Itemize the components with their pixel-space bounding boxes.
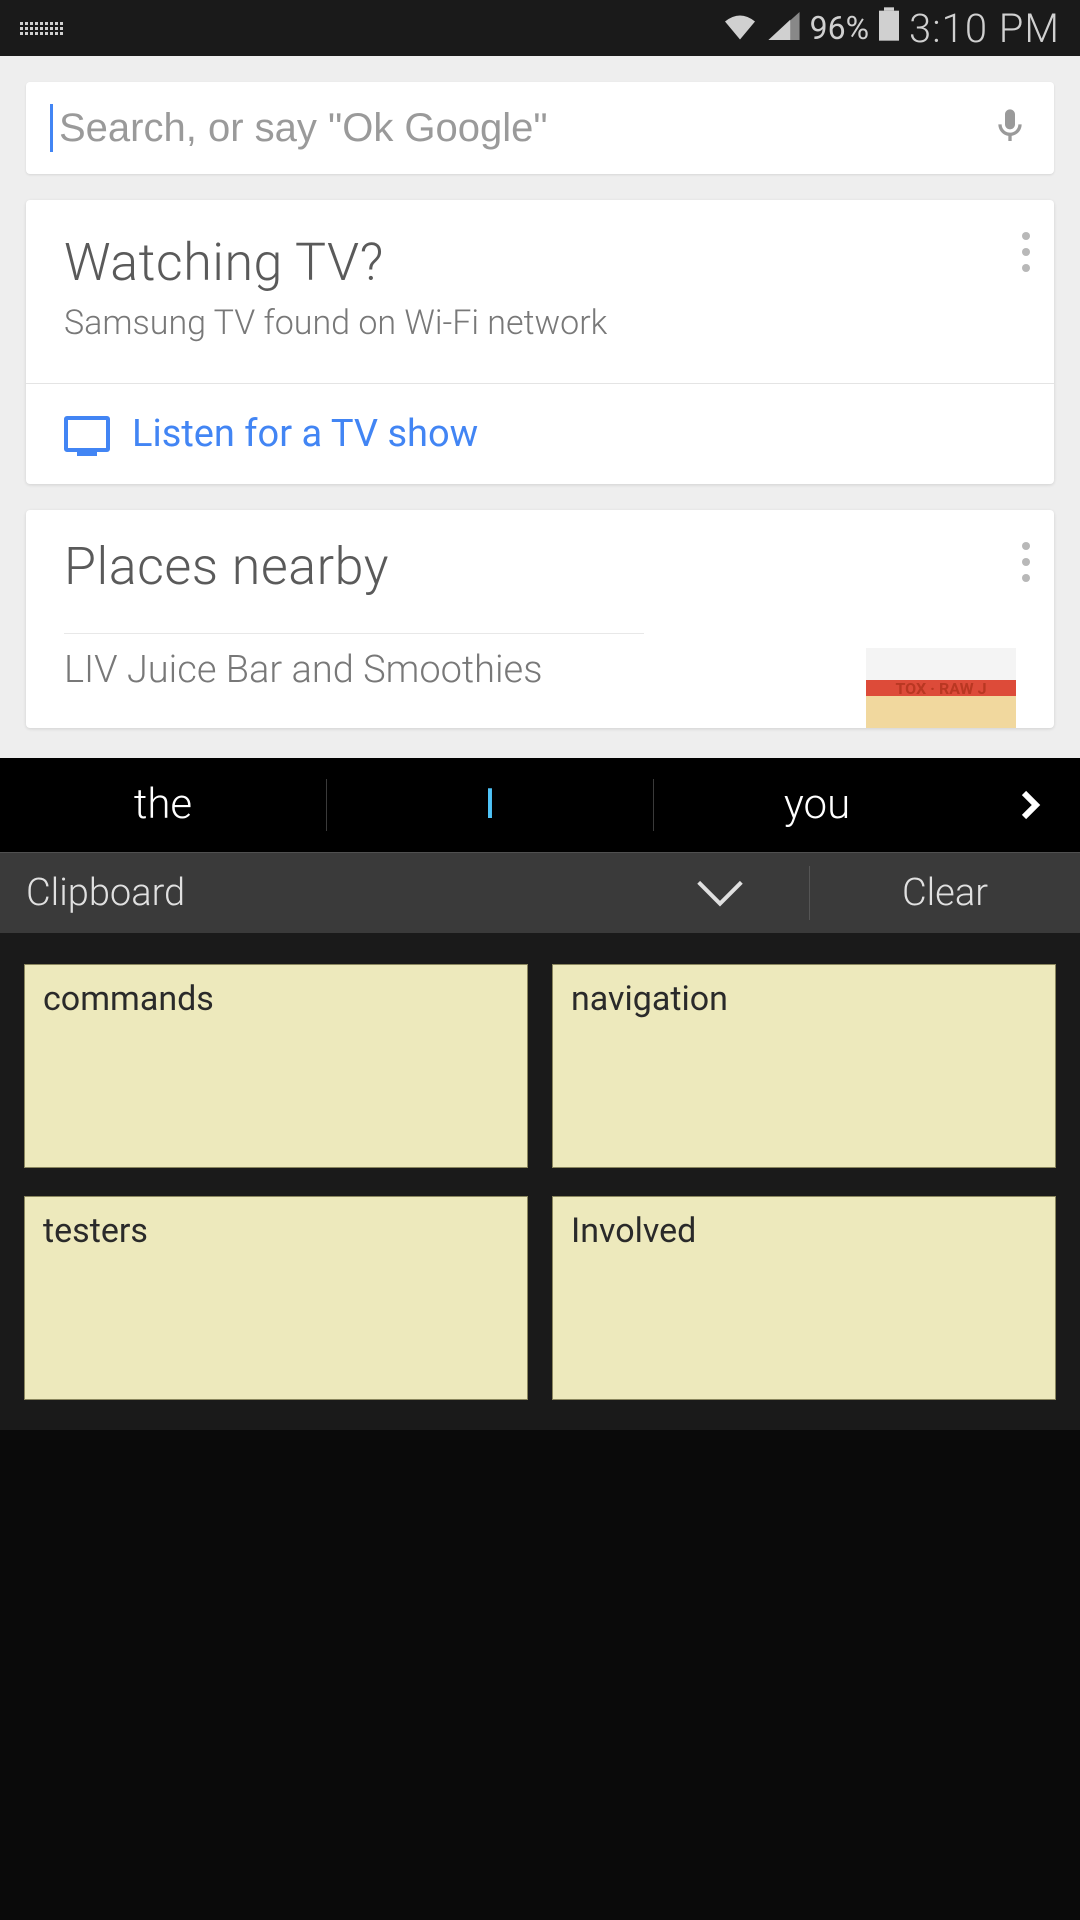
clipboard-grid: commands navigation testers Involved bbox=[0, 934, 1080, 1430]
clip-item[interactable]: Involved bbox=[552, 1196, 1056, 1400]
place-thumbnail: TOX · RAW J bbox=[866, 648, 1016, 728]
clock: 3:10 PM bbox=[909, 5, 1060, 52]
place-name: LIV Juice Bar and Smoothies bbox=[64, 648, 542, 692]
battery-percent: 96% bbox=[810, 9, 869, 47]
place-item[interactable]: LIV Juice Bar and Smoothies TOX · RAW J bbox=[26, 648, 1054, 728]
suggestion-2[interactable]: I bbox=[327, 779, 654, 831]
tv-action-text: Listen for a TV show bbox=[132, 412, 478, 456]
status-bar: 96% 3:10 PM bbox=[0, 0, 1080, 56]
clipboard-label: Clipboard bbox=[0, 871, 630, 915]
text-cursor bbox=[50, 104, 53, 152]
places-card: Places nearby LIV Juice Bar and Smoothie… bbox=[26, 510, 1054, 728]
clip-item[interactable]: testers bbox=[24, 1196, 528, 1400]
status-left bbox=[20, 22, 63, 35]
battery-icon bbox=[879, 7, 899, 50]
signal-icon bbox=[768, 7, 800, 49]
suggestion-row: the I you bbox=[0, 758, 1080, 852]
clip-item[interactable]: navigation bbox=[552, 964, 1056, 1168]
search-input[interactable] bbox=[59, 106, 990, 151]
suggestion-more-icon[interactable] bbox=[980, 787, 1080, 823]
mic-icon[interactable] bbox=[990, 106, 1030, 150]
clip-item[interactable]: commands bbox=[24, 964, 528, 1168]
places-card-title: Places nearby bbox=[64, 536, 1016, 597]
tv-card: Watching TV? Samsung TV found on Wi-Fi n… bbox=[26, 200, 1054, 484]
status-right: 96% 3:10 PM bbox=[722, 5, 1060, 52]
card-menu-icon[interactable] bbox=[1022, 232, 1030, 272]
keyboard-indicator-icon bbox=[20, 22, 63, 35]
suggestion-3[interactable]: you bbox=[654, 779, 980, 831]
suggestion-1[interactable]: the bbox=[0, 779, 327, 831]
clipboard-clear-button[interactable]: Clear bbox=[810, 871, 1080, 915]
clipboard-collapse-icon[interactable] bbox=[630, 866, 810, 920]
tv-card-action[interactable]: Listen for a TV show bbox=[26, 383, 1054, 484]
wifi-icon bbox=[722, 7, 758, 49]
clipboard-toolbar: Clipboard Clear bbox=[0, 852, 1080, 934]
card-menu-icon[interactable] bbox=[1022, 542, 1030, 582]
search-bar[interactable] bbox=[26, 82, 1054, 174]
tv-card-subtitle: Samsung TV found on Wi-Fi network bbox=[64, 303, 1016, 343]
tv-icon bbox=[64, 416, 110, 452]
google-now-content: Watching TV? Samsung TV found on Wi-Fi n… bbox=[0, 56, 1080, 758]
keyboard-panel: the I you Clipboard Clear commands navig… bbox=[0, 758, 1080, 1920]
tv-card-title: Watching TV? bbox=[64, 232, 1016, 293]
divider bbox=[64, 633, 644, 634]
